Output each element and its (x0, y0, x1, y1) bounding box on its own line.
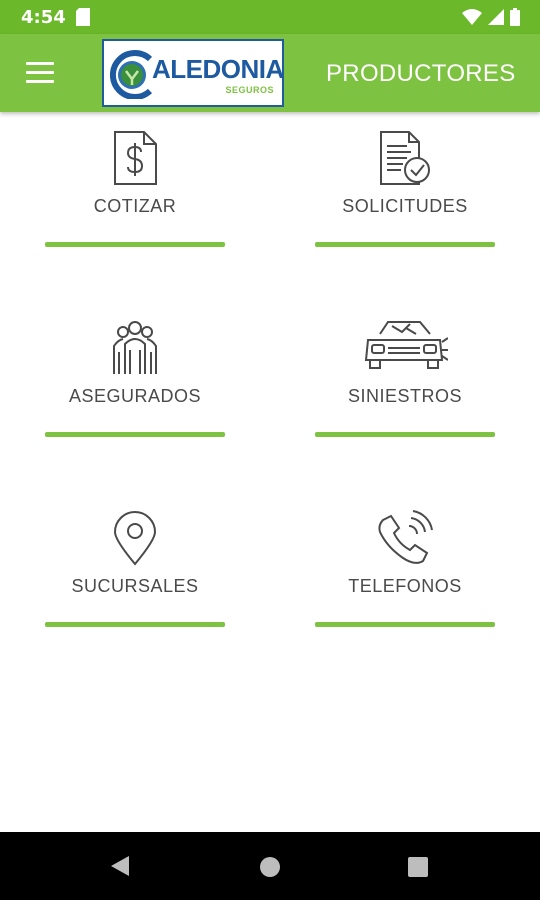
tile-label: SOLICITUDES (342, 196, 468, 216)
status-time: 4:54 (21, 7, 66, 28)
tile-underline (45, 622, 225, 627)
wifi-icon (462, 9, 482, 25)
status-bar: 4:54 (0, 0, 540, 34)
tile-telefonos[interactable]: TELEFONOS (315, 510, 495, 640)
tile-sucursales[interactable]: SUCURSALES (45, 510, 225, 640)
tile-underline (315, 242, 495, 247)
people-group-icon (113, 321, 157, 374)
menu-button[interactable] (26, 62, 54, 84)
tile-siniestros[interactable]: SINIESTROS (315, 320, 495, 450)
phone-ringing-icon (378, 510, 433, 564)
tile-cotizar[interactable]: COTIZAR (45, 130, 225, 260)
page-title: PRODUCTORES (326, 60, 516, 87)
tile-underline (45, 432, 225, 437)
cell-signal-icon (488, 9, 504, 25)
home-icon[interactable] (259, 856, 281, 878)
tile-label: SUCURSALES (71, 576, 199, 596)
app-bar: ALEDONIA SEGUROS PRODUCTORES (0, 34, 540, 112)
tile-asegurados[interactable]: ASEGURADOS (45, 320, 225, 450)
tile-label: SINIESTROS (347, 386, 463, 406)
tile-label: TELEFONOS (348, 576, 462, 596)
menu-icon-line (26, 80, 54, 83)
tile-label: ASEGURADOS (68, 386, 202, 406)
crashed-car-icon (364, 321, 448, 369)
tile-underline (315, 622, 495, 627)
dollar-document-icon (114, 131, 157, 185)
menu-icon-line (26, 62, 54, 65)
approved-document-icon (380, 131, 430, 185)
caledonia-logo: ALEDONIA SEGUROS (102, 39, 284, 107)
battery-icon (510, 8, 520, 26)
tile-label: COTIZAR (93, 196, 177, 216)
tile-solicitudes[interactable]: SOLICITUDES (315, 130, 495, 260)
logo-subtitle: SEGUROS (225, 85, 274, 95)
back-icon[interactable] (109, 854, 131, 878)
tile-underline (45, 242, 225, 247)
status-icons (462, 8, 520, 26)
sim-card-icon (76, 8, 90, 26)
recents-icon[interactable] (407, 856, 429, 878)
location-pin-icon (113, 511, 157, 566)
thistle-logo-icon (110, 50, 153, 99)
logo-wordmark: ALEDONIA (152, 54, 284, 84)
menu-icon-line (26, 71, 54, 74)
system-nav-bar (0, 832, 540, 900)
tile-underline (315, 432, 495, 437)
